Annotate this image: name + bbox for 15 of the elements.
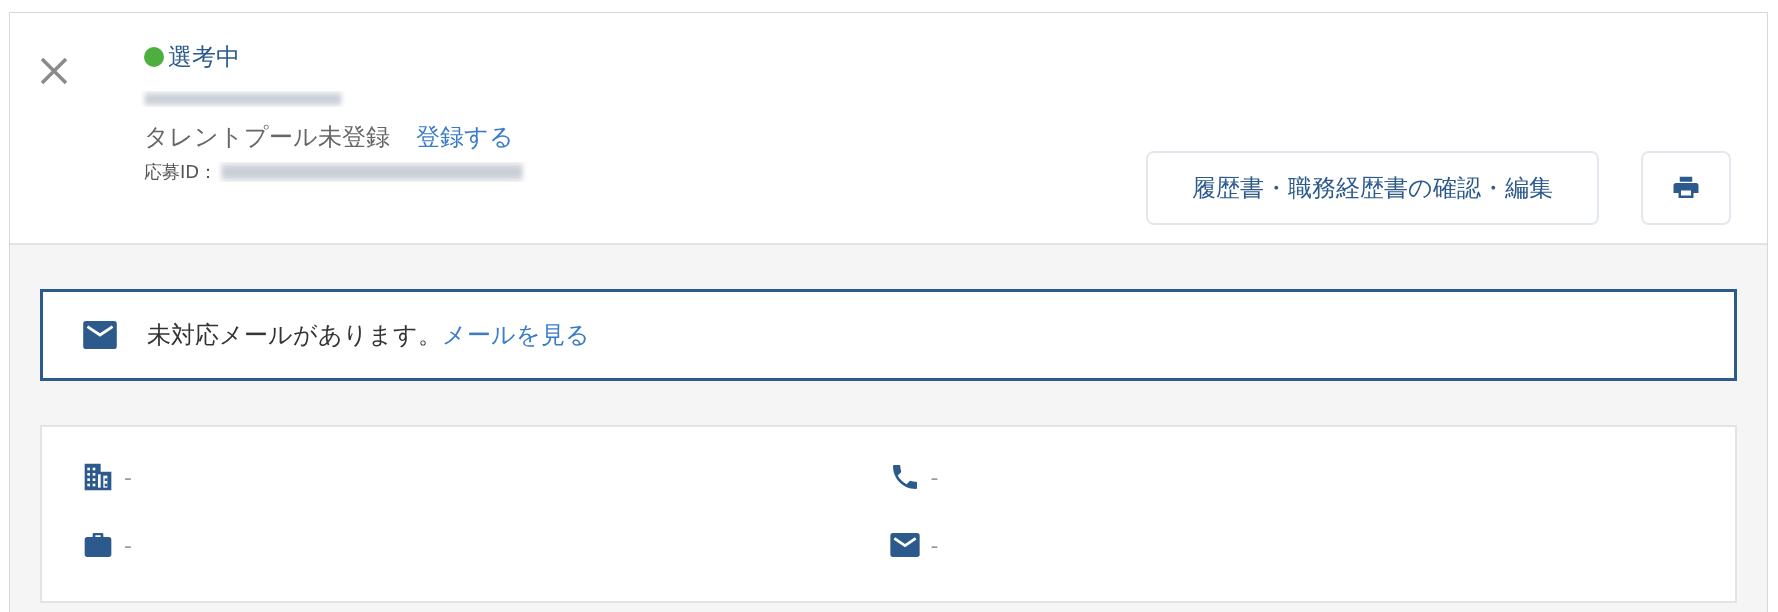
view-mail-link[interactable]: メールを見る [442, 319, 590, 351]
close-icon[interactable] [38, 55, 70, 87]
mail-icon [83, 321, 117, 349]
application-id-label: 応募ID： [144, 160, 218, 184]
field-value: - [930, 532, 939, 558]
resume-button[interactable]: 履歴書・職務経歴書の確認・編集 [1146, 151, 1599, 225]
building-icon [82, 461, 114, 493]
field-value: - [930, 464, 939, 490]
field-value: - [124, 532, 132, 558]
field-value: - [124, 464, 132, 490]
register-link[interactable]: 登録する [416, 121, 514, 153]
status-label: 選考中 [168, 42, 240, 73]
talent-pool-status: タレントプール未登録 [144, 122, 390, 153]
notice-text: 未対応メールがあります。 [147, 320, 442, 351]
print-button[interactable] [1641, 151, 1731, 225]
